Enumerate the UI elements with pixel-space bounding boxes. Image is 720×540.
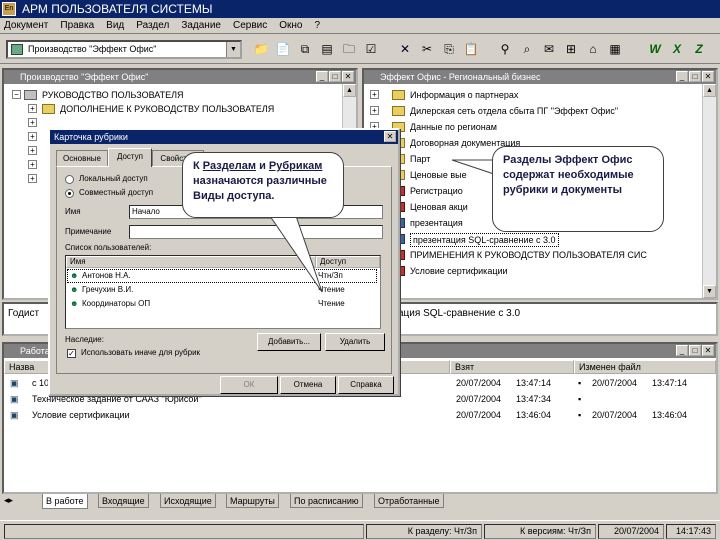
callout-pointers (269, 159, 501, 293)
callout-link-sections: Разделам (202, 160, 257, 172)
callout-access-types: К Разделам и Рубрикам назначаются различ… (182, 152, 344, 218)
callout-left-pointer (269, 215, 323, 293)
callout-left-text: и (256, 160, 269, 172)
callout-right-text: Разделы Эффект Офис содержат необходимые… (503, 154, 634, 196)
callout-left-text: назначаются различные Виды доступа. (193, 175, 327, 202)
callout-link-rubrics: Рубрикам (268, 160, 323, 172)
callout-left-text: К (193, 160, 203, 172)
callout-sections: Разделы Эффект Офис содержат необходимые… (492, 146, 664, 232)
